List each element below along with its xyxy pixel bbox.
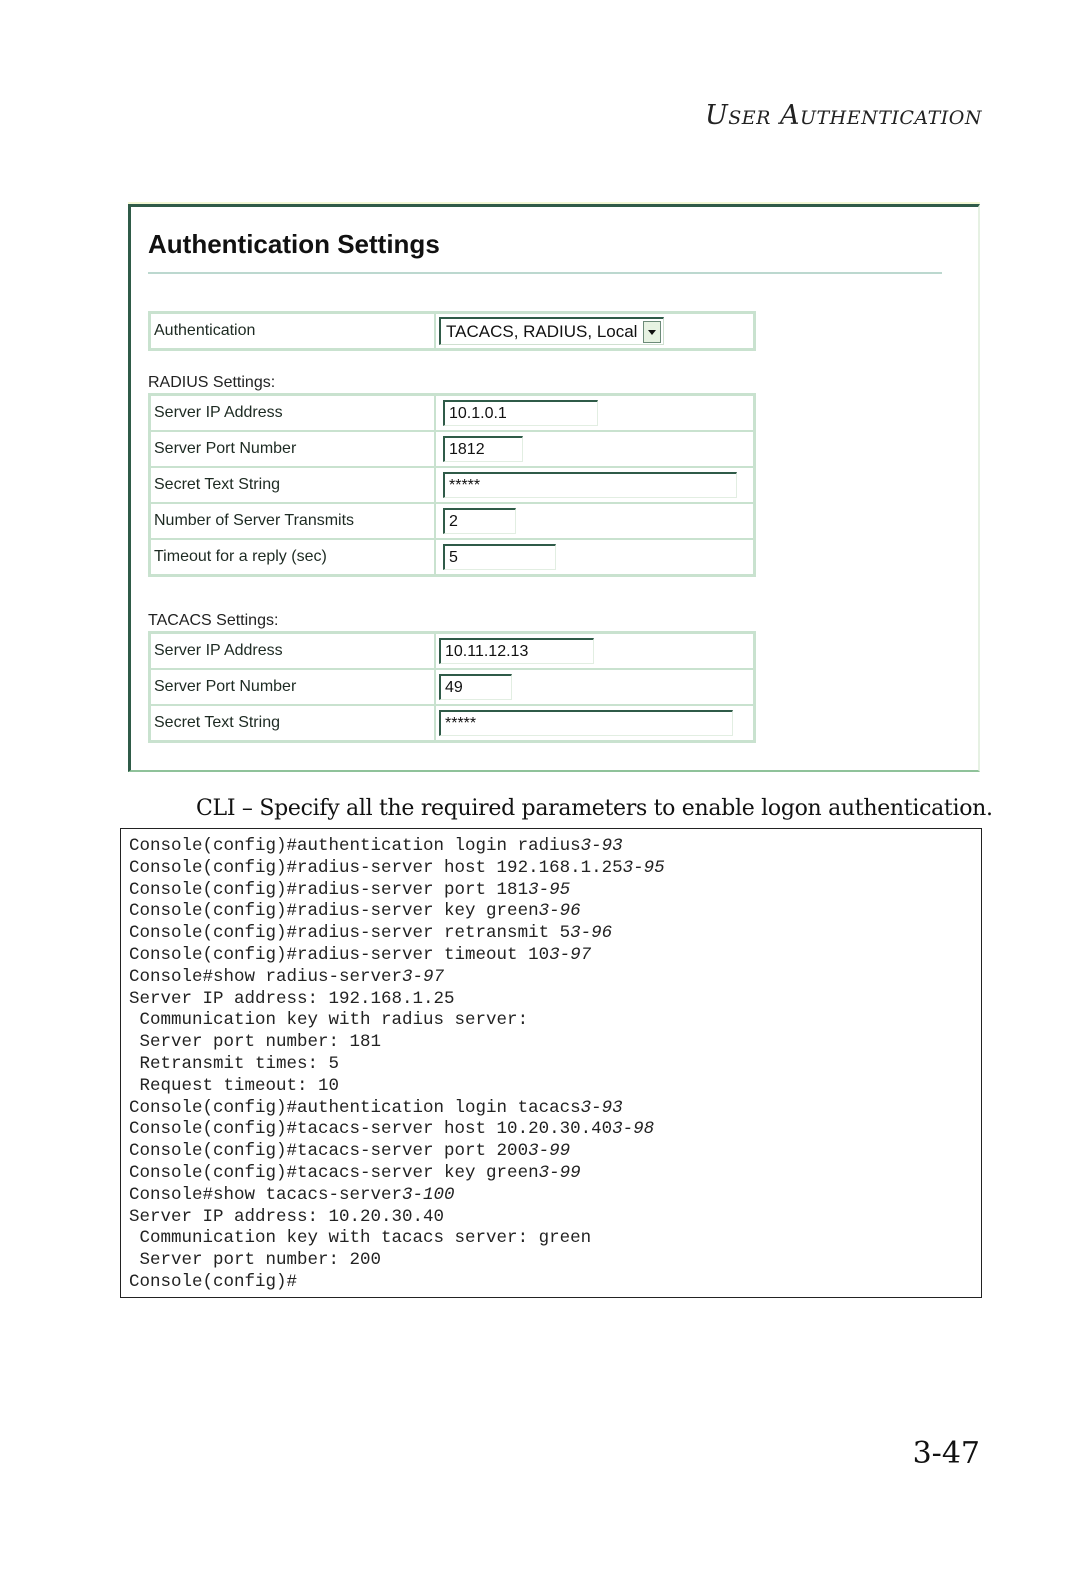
title-divider <box>148 272 942 274</box>
tacacs-server-port-input[interactable] <box>439 674 512 700</box>
cli-line: Console(config)#tacacs-server port 2003-… <box>129 1141 981 1163</box>
cli-command: Console(config)#tacacs-server key green <box>129 1162 539 1183</box>
cli-output: Request timeout: 10 <box>129 1075 340 1096</box>
cli-line: Console(config)# <box>129 1272 981 1294</box>
cli-command: Console#show radius-server <box>129 966 403 987</box>
authentication-settings-screenshot: Authentication Settings Authentication T… <box>128 204 980 772</box>
tacacs-server-ip-label: Server IP Address <box>150 633 435 669</box>
cli-page-reference: 3-97 <box>402 966 445 987</box>
cli-line: Console(config)#radius-server key green3… <box>129 901 981 923</box>
cli-command: Console(config)#radius-server key green <box>129 901 539 922</box>
cli-line: Console(config)#radius-server timeout 10… <box>129 945 981 967</box>
radius-server-ip-input[interactable] <box>443 400 598 426</box>
cli-prompt: Console(config)# <box>129 1271 298 1292</box>
radius-transmits-label: Number of Server Transmits <box>150 503 435 539</box>
page-number: 3-47 <box>912 1436 980 1471</box>
cli-command: Console#show tacacs-server <box>129 1184 403 1205</box>
radius-timeout-label: Timeout for a reply (sec) <box>150 539 435 575</box>
cli-line: Console(config)#radius-server host 192.1… <box>129 858 981 880</box>
cli-command: Console(config)#radius-server timeout 10 <box>129 944 550 965</box>
cli-output: Server IP address: 192.168.1.25 <box>129 988 455 1009</box>
cli-command: Console(config)#tacacs-server port 200 <box>129 1141 529 1162</box>
radius-section-label: RADIUS Settings: <box>148 374 276 391</box>
radius-transmits-input[interactable] <box>443 508 516 534</box>
cli-command: Console(config)#radius-server retransmit… <box>129 923 571 944</box>
radius-secret-input[interactable] <box>443 472 737 498</box>
cli-line: Console(config)#radius-server retransmit… <box>129 923 981 945</box>
cli-command: Console(config)#authentication login tac… <box>129 1097 581 1118</box>
tacacs-secret-input[interactable] <box>439 710 733 736</box>
cli-page-reference: 3-99 <box>528 1141 571 1162</box>
table-row: Timeout for a reply (sec) <box>150 539 754 575</box>
cli-line: Server port number: 181 <box>129 1032 981 1054</box>
radius-secret-label: Secret Text String <box>150 467 435 503</box>
cli-page-reference: 3-96 <box>570 923 613 944</box>
cli-output: Server port number: 200 <box>129 1250 382 1271</box>
cli-page-reference: 3-93 <box>580 1097 623 1118</box>
cli-line: Console(config)#tacacs-server host 10.20… <box>129 1119 981 1141</box>
cli-command: Console(config)#authentication login rad… <box>129 836 581 856</box>
chevron-down-icon[interactable] <box>643 320 662 343</box>
tacacs-server-ip-input[interactable] <box>439 638 594 664</box>
cli-line: Console(config)#authentication login tac… <box>129 1098 981 1120</box>
authentication-select[interactable]: TACACS, RADIUS, Local <box>439 317 665 345</box>
table-row: Server Port Number <box>150 669 754 705</box>
radius-server-port-input[interactable] <box>443 436 523 462</box>
cli-line: Console#show radius-server3-97 <box>129 967 981 989</box>
cli-line: Server IP address: 192.168.1.25 <box>129 989 981 1011</box>
table-row: Secret Text String <box>150 467 754 503</box>
cli-command: Console(config)#tacacs-server host 10.20… <box>129 1119 613 1140</box>
table-row: Number of Server Transmits <box>150 503 754 539</box>
tacacs-settings-table: Server IP Address Server Port Number Sec… <box>148 631 756 743</box>
cli-line: Console(config)#radius-server port 1813-… <box>129 880 981 902</box>
cli-page-reference: 3-96 <box>538 901 581 922</box>
cli-command: Console(config)#radius-server host 192.1… <box>129 857 623 878</box>
cli-output: Server port number: 181 <box>129 1032 382 1053</box>
cli-page-reference: 3-93 <box>580 836 623 856</box>
tacacs-section-label: TACACS Settings: <box>148 612 279 629</box>
page-title: Authentication Settings <box>148 229 440 259</box>
authentication-label: Authentication <box>150 313 435 349</box>
cli-page-reference: 3-95 <box>622 857 665 878</box>
cli-line: Request timeout: 10 <box>129 1076 981 1098</box>
cli-line: Retransmit times: 5 <box>129 1054 981 1076</box>
table-row: Server IP Address <box>150 633 754 669</box>
cli-line: Console(config)#authentication login rad… <box>129 836 981 858</box>
cli-page-reference: 3-100 <box>402 1184 455 1205</box>
cli-line: Communication key with tacacs server: gr… <box>129 1228 981 1250</box>
tacacs-secret-label: Secret Text String <box>150 705 435 741</box>
cli-output: Retransmit times: 5 <box>129 1053 340 1074</box>
cli-page-reference: 3-95 <box>528 879 571 900</box>
radius-server-port-label: Server Port Number <box>150 431 435 467</box>
radius-timeout-input[interactable] <box>443 544 556 570</box>
table-row: Server IP Address <box>150 395 754 431</box>
cli-page-reference: 3-99 <box>538 1162 581 1183</box>
authentication-table: Authentication TACACS, RADIUS, Local <box>148 311 756 351</box>
figure-caption: CLI – Specify all the required parameter… <box>196 796 993 821</box>
table-row: Authentication TACACS, RADIUS, Local <box>150 313 754 349</box>
radius-server-ip-label: Server IP Address <box>150 395 435 431</box>
cli-output: Server IP address: 10.20.30.40 <box>129 1206 445 1227</box>
table-row: Server Port Number <box>150 431 754 467</box>
running-head: User Authentication <box>704 100 982 131</box>
table-row: Secret Text String <box>150 705 754 741</box>
cli-page-reference: 3-98 <box>612 1119 655 1140</box>
cli-line: Server port number: 200 <box>129 1250 981 1272</box>
cli-line: Console(config)#tacacs-server key green3… <box>129 1163 981 1185</box>
cli-command: Console(config)#radius-server port 181 <box>129 879 529 900</box>
authentication-selected-value: TACACS, RADIUS, Local <box>446 321 638 341</box>
cli-output: Communication key with tacacs server: gr… <box>129 1228 592 1249</box>
cli-page-reference: 3-97 <box>549 944 592 965</box>
cli-line: Communication key with radius server: <box>129 1010 981 1032</box>
cli-output: Communication key with radius server: <box>129 1010 529 1031</box>
tacacs-server-port-label: Server Port Number <box>150 669 435 705</box>
radius-settings-table: Server IP Address Server Port Number Sec… <box>148 393 756 577</box>
cli-line: Console#show tacacs-server3-100 <box>129 1185 981 1207</box>
cli-line: Server IP address: 10.20.30.40 <box>129 1207 981 1229</box>
cli-example: Console(config)#authentication login rad… <box>120 828 982 1298</box>
